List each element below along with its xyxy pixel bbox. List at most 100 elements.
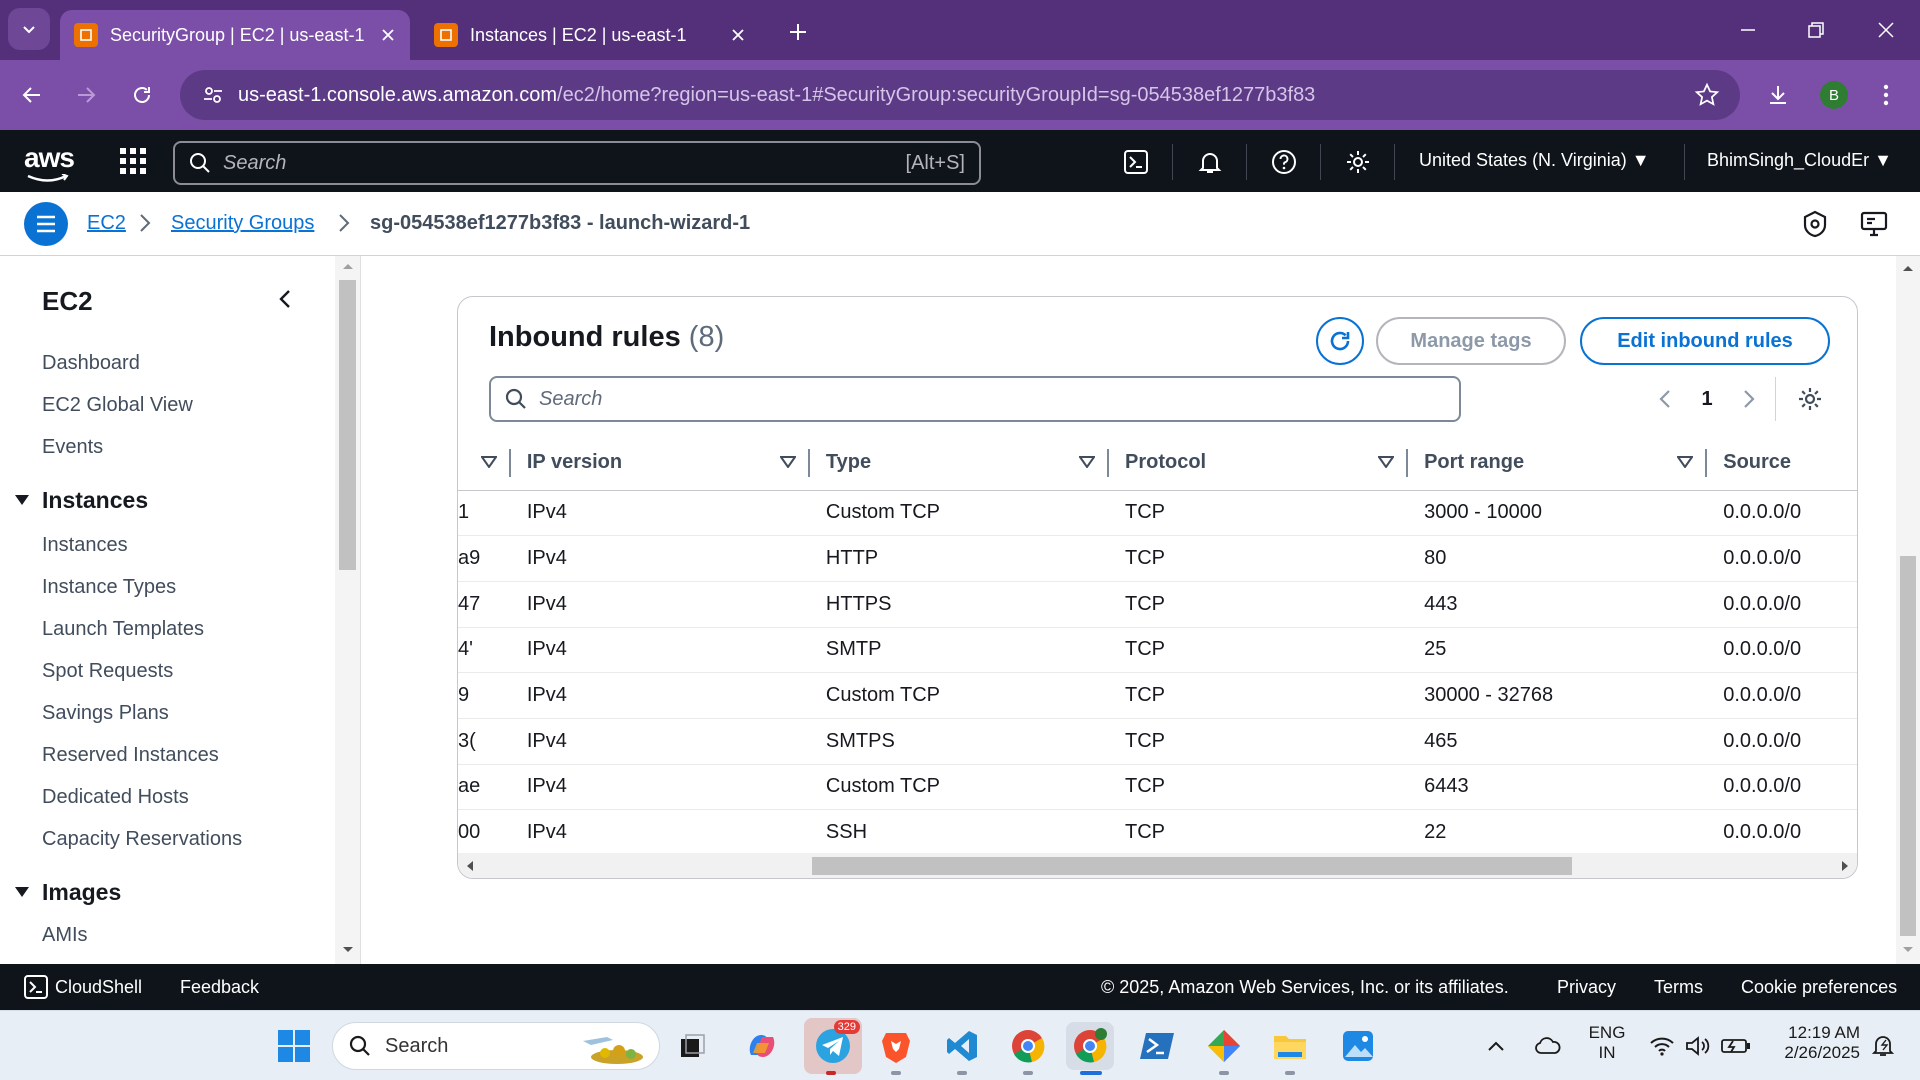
column-header-port-range[interactable]: Port range <box>1408 435 1708 491</box>
language-indicator[interactable]: ENG IN <box>1584 1023 1630 1063</box>
sidebar-item-dashboard[interactable]: Dashboard <box>42 352 140 375</box>
notifications-panel-icon[interactable] <box>1860 210 1890 240</box>
sidebar-item-dedicated-hosts[interactable]: Dedicated Hosts <box>42 786 189 809</box>
caret-down-icon[interactable] <box>14 494 30 506</box>
profile-avatar[interactable]: B <box>1820 81 1848 109</box>
clock[interactable]: 12:19 AM 2/26/2025 <box>1764 1023 1860 1063</box>
scrollbar-thumb[interactable] <box>339 280 356 570</box>
browser-menu-button[interactable] <box>1868 77 1904 113</box>
rules-search-input[interactable]: Search <box>489 376 1461 422</box>
sidebar-item-instances[interactable]: Instances <box>42 534 128 557</box>
tab-instances[interactable]: Instances | EC2 | us-east-1 <box>420 10 760 60</box>
table-row[interactable]: 9 IPv4 Custom TCP TCP 30000 - 32768 0.0.… <box>458 672 1857 719</box>
telegram-icon[interactable]: 329 <box>804 1018 862 1074</box>
next-page-button[interactable] <box>1734 381 1764 417</box>
tab-search-button[interactable] <box>8 8 50 50</box>
photos-icon[interactable] <box>1334 1022 1382 1070</box>
shield-icon[interactable] <box>1802 210 1832 240</box>
restore-button[interactable] <box>1792 12 1840 48</box>
column-header-ip-version[interactable]: IP version <box>510 435 810 491</box>
vscode-icon[interactable] <box>938 1022 986 1070</box>
table-row[interactable]: )3 IPv4 SMTPS TCP 465 0.0.0.0/0 <box>458 718 1857 765</box>
services-grid-icon[interactable] <box>118 146 148 176</box>
task-view-icon[interactable] <box>668 1022 716 1070</box>
windows-start-icon[interactable] <box>270 1022 318 1070</box>
page-number[interactable]: 1 <box>1692 381 1722 417</box>
column-header-type[interactable]: Type <box>809 435 1109 491</box>
sidebar-item-instance-types[interactable]: Instance Types <box>42 576 176 599</box>
sidebar-group-images[interactable]: Images <box>42 879 121 906</box>
sidebar-item-launch-templates[interactable]: Launch Templates <box>42 618 204 641</box>
cloudshell-icon[interactable] <box>24 975 48 999</box>
menu-button[interactable] <box>24 202 68 246</box>
sort-caret-icon[interactable] <box>1079 456 1095 469</box>
tab-securitygroup[interactable]: SecurityGroup | EC2 | us-east-1 <box>60 10 410 60</box>
chrome-profile-icon[interactable] <box>1066 1022 1114 1070</box>
scrollbar-thumb[interactable] <box>1900 556 1916 936</box>
sidebar-group-instances[interactable]: Instances <box>42 487 148 514</box>
reload-button[interactable] <box>124 77 160 113</box>
sort-caret-icon[interactable] <box>480 456 497 469</box>
table-row[interactable]: 1 IPv4 Custom TCP TCP 3000 - 10000 0.0.0… <box>458 490 1857 537</box>
cloudshell-link[interactable]: CloudShell <box>55 977 142 998</box>
onedrive-icon[interactable] <box>1528 1022 1568 1070</box>
aws-search-input[interactable]: Search [Alt+S] <box>173 141 981 185</box>
cookie-preferences-link[interactable]: Cookie preferences <box>1741 977 1897 998</box>
sidebar-item-spot-requests[interactable]: Spot Requests <box>42 660 173 683</box>
volume-icon[interactable] <box>1682 1022 1714 1070</box>
chevron-up-icon[interactable] <box>1478 1022 1514 1070</box>
table-row[interactable]: '4 IPv4 SMTP TCP 25 0.0.0.0/0 <box>458 627 1857 674</box>
sidebar-item-global-view[interactable]: EC2 Global View <box>42 394 193 417</box>
battery-icon[interactable] <box>1718 1022 1754 1070</box>
address-bar[interactable]: us-east-1.console.aws.amazon.com/ec2/hom… <box>180 70 1740 120</box>
brave-browser-icon[interactable] <box>872 1022 920 1070</box>
app-diamond-icon[interactable] <box>1200 1022 1248 1070</box>
wifi-icon[interactable] <box>1646 1022 1678 1070</box>
sidebar-item-events[interactable]: Events <box>42 436 103 459</box>
downloads-button[interactable] <box>1760 77 1796 113</box>
sidebar-item-amis[interactable]: AMIs <box>42 924 88 947</box>
sidebar-item-capacity-reservations[interactable]: Capacity Reservations <box>42 828 242 851</box>
collapse-sidebar-icon[interactable] <box>278 288 292 310</box>
table-row[interactable]: ae IPv4 Custom TCP TCP 6443 0.0.0.0/0 <box>458 764 1857 811</box>
aws-logo[interactable]: aws <box>24 142 75 174</box>
breadcrumb-ec2[interactable]: EC2 <box>87 212 126 235</box>
scrollbar-thumb[interactable] <box>812 857 1572 875</box>
close-tab-icon[interactable] <box>722 19 754 51</box>
table-row[interactable]: 00 IPv4 SSH TCP 22 0.0.0.0/0 <box>458 810 1857 856</box>
minimize-button[interactable] <box>1724 12 1772 48</box>
new-tab-button[interactable] <box>780 14 816 50</box>
sidebar-scrollbar[interactable] <box>335 256 361 964</box>
feedback-link[interactable]: Feedback <box>180 977 259 998</box>
site-info-icon[interactable] <box>188 70 238 120</box>
bookmark-star-icon[interactable] <box>1694 82 1720 108</box>
chrome-icon[interactable] <box>1004 1022 1052 1070</box>
forward-button[interactable] <box>68 77 104 113</box>
help-icon[interactable] <box>1269 147 1299 177</box>
sort-caret-icon[interactable] <box>1677 456 1694 469</box>
sidebar-item-reserved-instances[interactable]: Reserved Instances <box>42 744 219 767</box>
notification-bell-icon[interactable] <box>1866 1022 1900 1070</box>
refresh-button[interactable] <box>1316 317 1364 365</box>
close-window-button[interactable] <box>1862 12 1910 48</box>
taskbar-search[interactable]: Search <box>332 1022 660 1070</box>
edit-inbound-rules-button[interactable]: Edit inbound rules <box>1580 317 1830 365</box>
privacy-link[interactable]: Privacy <box>1557 977 1616 998</box>
powershell-icon[interactable] <box>1134 1022 1182 1070</box>
gear-icon[interactable] <box>1343 147 1373 177</box>
sort-caret-icon[interactable] <box>1378 456 1395 469</box>
region-selector[interactable]: United States (N. Virginia) ▼ <box>1419 150 1650 171</box>
sidebar-item-savings-plans[interactable]: Savings Plans <box>42 702 169 725</box>
column-header-rule-id[interactable] <box>458 435 511 491</box>
sort-caret-icon[interactable] <box>779 456 796 469</box>
previous-page-button[interactable] <box>1650 381 1680 417</box>
terms-link[interactable]: Terms <box>1654 977 1703 998</box>
table-horizontal-scrollbar[interactable] <box>458 853 1857 878</box>
main-scrollbar[interactable] <box>1896 256 1920 964</box>
back-button[interactable] <box>14 77 50 113</box>
account-menu[interactable]: BhimSingh_CloudEr ▼ <box>1707 150 1892 171</box>
file-explorer-icon[interactable] <box>1266 1022 1314 1070</box>
manage-tags-button[interactable]: Manage tags <box>1376 317 1566 365</box>
cloudshell-icon[interactable] <box>1121 147 1151 177</box>
bell-icon[interactable] <box>1195 147 1225 177</box>
